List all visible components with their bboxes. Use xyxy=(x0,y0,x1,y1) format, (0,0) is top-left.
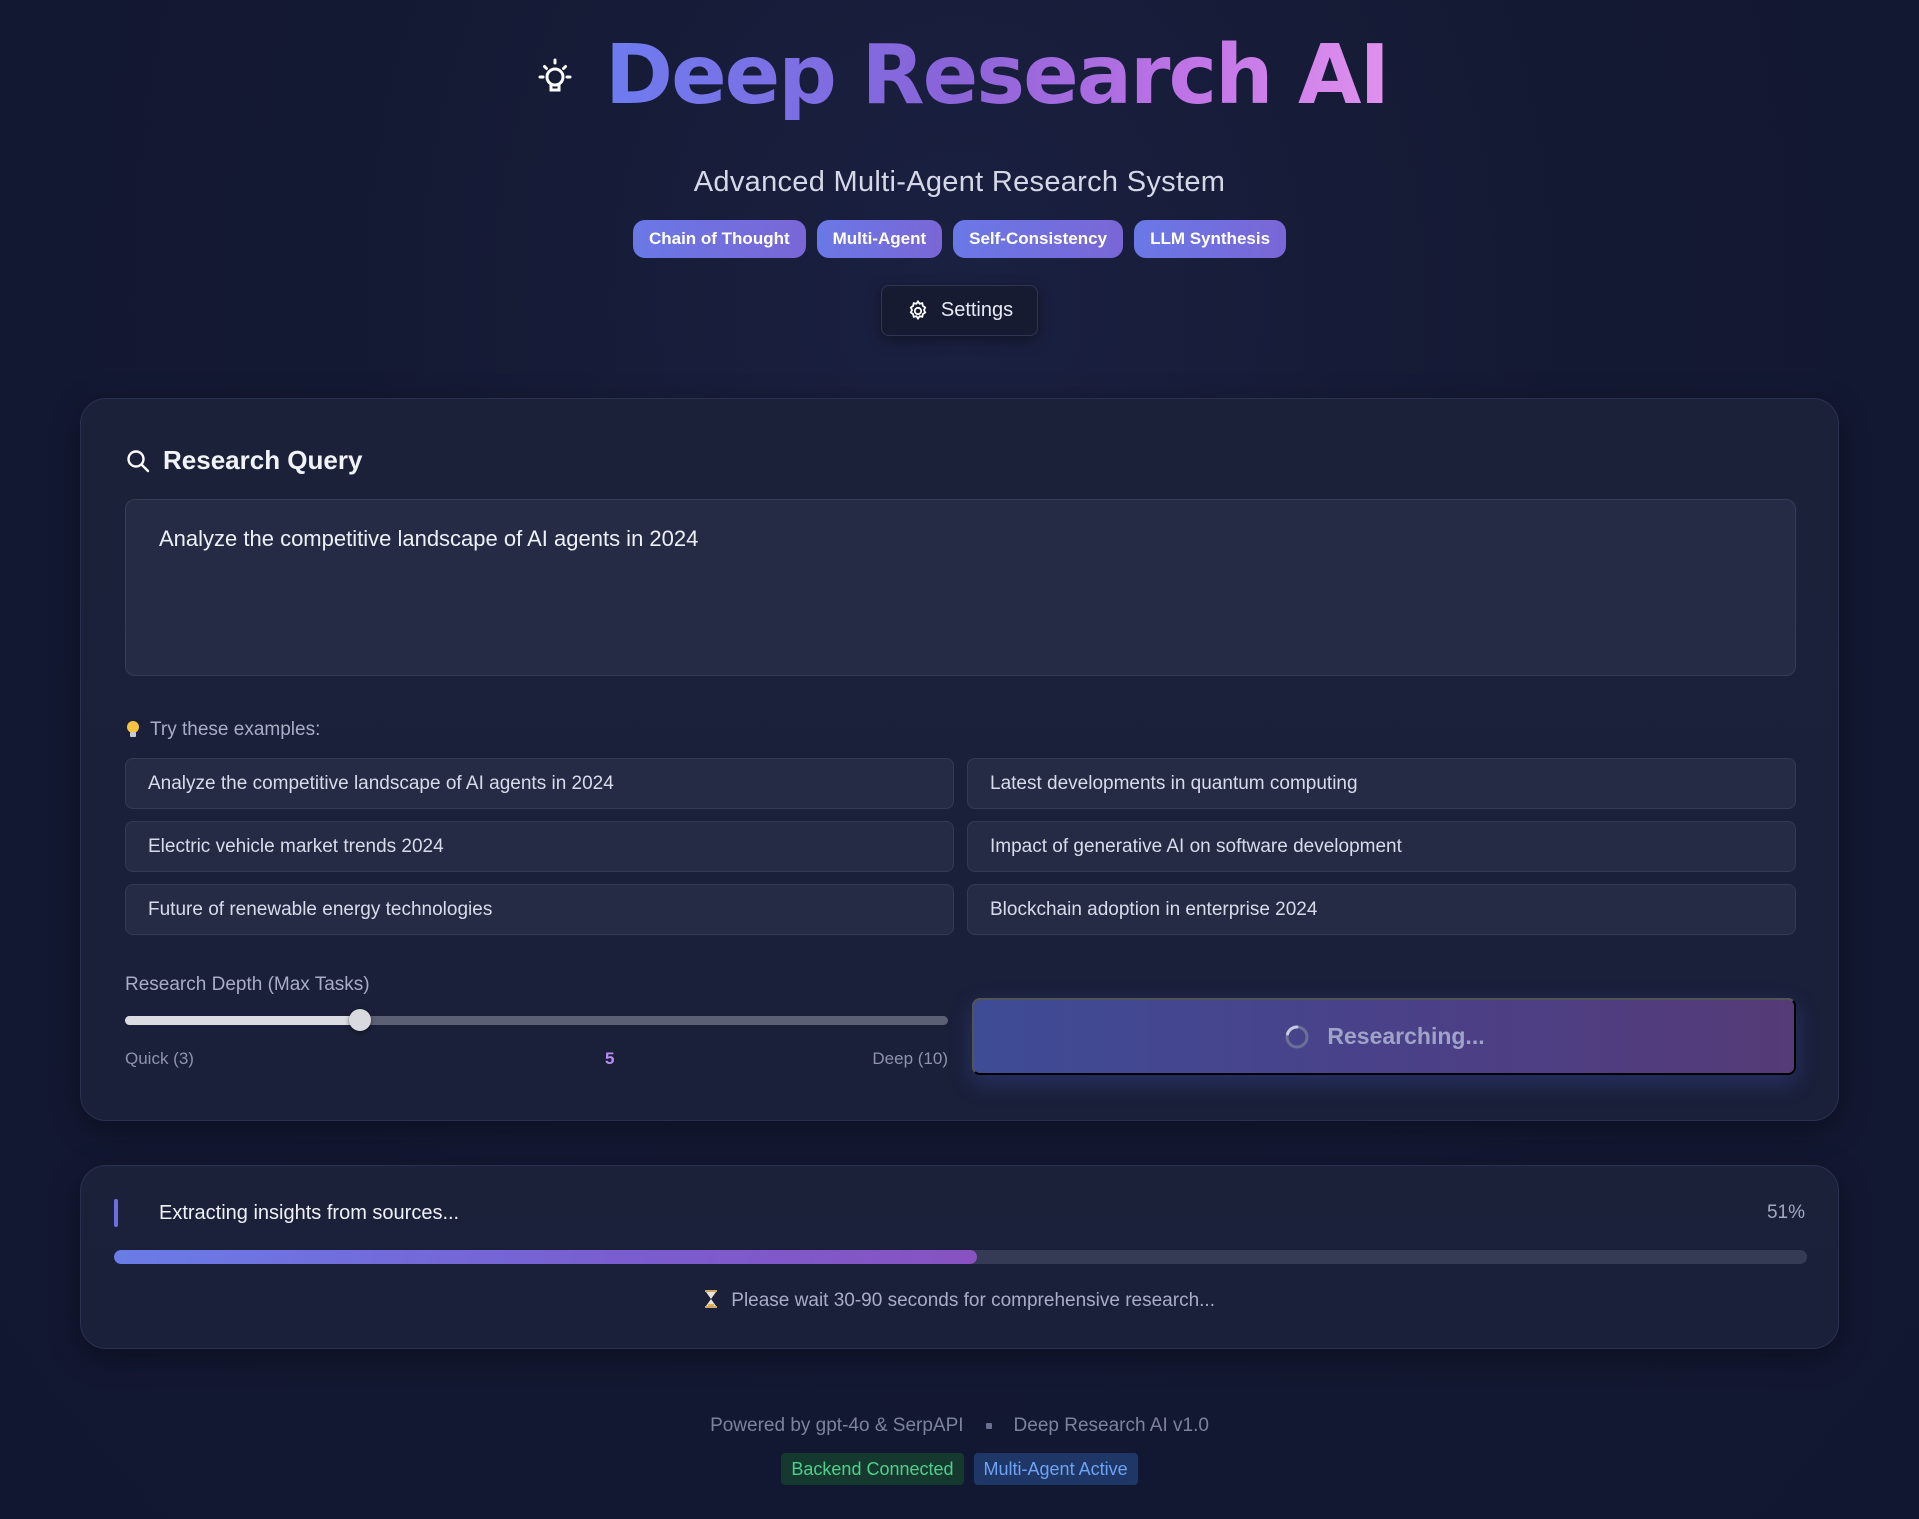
settings-label: Settings xyxy=(940,299,1014,321)
status-badge-agents: Multi-Agent Active xyxy=(973,1453,1138,1485)
research-query-card: Research Query Analyze the competitive l… xyxy=(80,398,1839,1121)
example-query-button[interactable]: Analyze the competitive landscape of AI … xyxy=(125,758,954,809)
slider-fill xyxy=(125,1016,361,1025)
page: Deep Research AI Advanced Multi-Agent Re… xyxy=(0,0,1919,1519)
progress-marker xyxy=(114,1199,118,1227)
badge-self-consistency: Self-Consistency xyxy=(953,220,1124,258)
app-subtitle: Advanced Multi-Agent Research System xyxy=(693,166,1226,198)
powered-by-text: Powered by gpt-4o & SerpAPI xyxy=(710,1415,964,1436)
progress-card: Extracting insights from sources... 51% … xyxy=(80,1165,1839,1349)
research-button-label: Researching... xyxy=(1327,1023,1485,1049)
example-query-button[interactable]: Electric vehicle market trends 2024 xyxy=(125,821,954,872)
slider-thumb[interactable] xyxy=(349,1009,372,1031)
example-query-button[interactable]: Blockchain adoption in enterprise 2024 xyxy=(967,884,1796,935)
query-title: Research Query xyxy=(163,445,363,475)
badge-chain-of-thought: Chain of Thought xyxy=(632,220,806,258)
progress-bar xyxy=(114,1250,1807,1264)
spinner-icon xyxy=(1283,1023,1311,1051)
example-query-button[interactable]: Future of renewable energy technologies xyxy=(125,884,954,935)
progress-status: Extracting insights from sources... xyxy=(159,1202,460,1224)
app-title: Deep Research AI xyxy=(605,28,1390,123)
status-pills: Backend Connected Multi-Agent Active xyxy=(0,1453,1919,1485)
slider-value: 5 xyxy=(605,1049,615,1068)
footer-credits: Powered by gpt-4o & SerpAPI Deep Researc… xyxy=(0,1415,1919,1437)
app-header: Deep Research AI Advanced Multi-Agent Re… xyxy=(0,28,1919,336)
title-row: Deep Research AI xyxy=(0,28,1919,124)
example-query-button[interactable]: Impact of generative AI on software deve… xyxy=(967,821,1796,872)
progress-fill xyxy=(114,1250,978,1264)
status-badge-backend: Backend Connected xyxy=(781,1453,964,1485)
lightbulb-hint-icon xyxy=(125,719,141,741)
badge-llm-synthesis: LLM Synthesis xyxy=(1134,220,1287,258)
research-depth-label: Research Depth (Max Tasks) xyxy=(125,974,370,995)
badge-multi-agent: Multi-Agent xyxy=(816,220,943,258)
slider-min-label: Quick (3) xyxy=(125,1049,194,1068)
slider-max-label: Deep (10) xyxy=(872,1049,948,1068)
hourglass-icon xyxy=(704,1290,718,1308)
progress-note-text: Please wait 30-90 seconds for comprehens… xyxy=(731,1290,1215,1311)
example-query-button[interactable]: Latest developments in quantum computing xyxy=(967,758,1796,809)
progress-percent: 51% xyxy=(1766,1202,1805,1223)
lightbulb-icon xyxy=(531,54,579,102)
separator-dot xyxy=(985,1423,992,1429)
version-text: Deep Research AI v1.0 xyxy=(1013,1415,1209,1436)
settings-button[interactable]: Settings xyxy=(881,285,1038,336)
start-research-button[interactable]: Researching... xyxy=(972,998,1796,1075)
example-queries: Analyze the competitive landscape of AI … xyxy=(125,758,1796,935)
feature-badges: Chain of Thought Multi-Agent Self-Consis… xyxy=(0,220,1919,258)
research-depth-slider[interactable] xyxy=(125,1009,948,1031)
search-icon xyxy=(125,448,151,474)
progress-note: Please wait 30-90 seconds for comprehens… xyxy=(81,1290,1838,1312)
examples-label: Try these examples: xyxy=(125,719,320,741)
query-heading: Research Query xyxy=(125,445,362,476)
app-footer: Powered by gpt-4o & SerpAPI Deep Researc… xyxy=(0,1415,1919,1485)
gear-icon xyxy=(906,299,930,323)
query-input[interactable]: Analyze the competitive landscape of AI … xyxy=(125,499,1796,676)
examples-label-text: Try these examples: xyxy=(150,719,321,740)
